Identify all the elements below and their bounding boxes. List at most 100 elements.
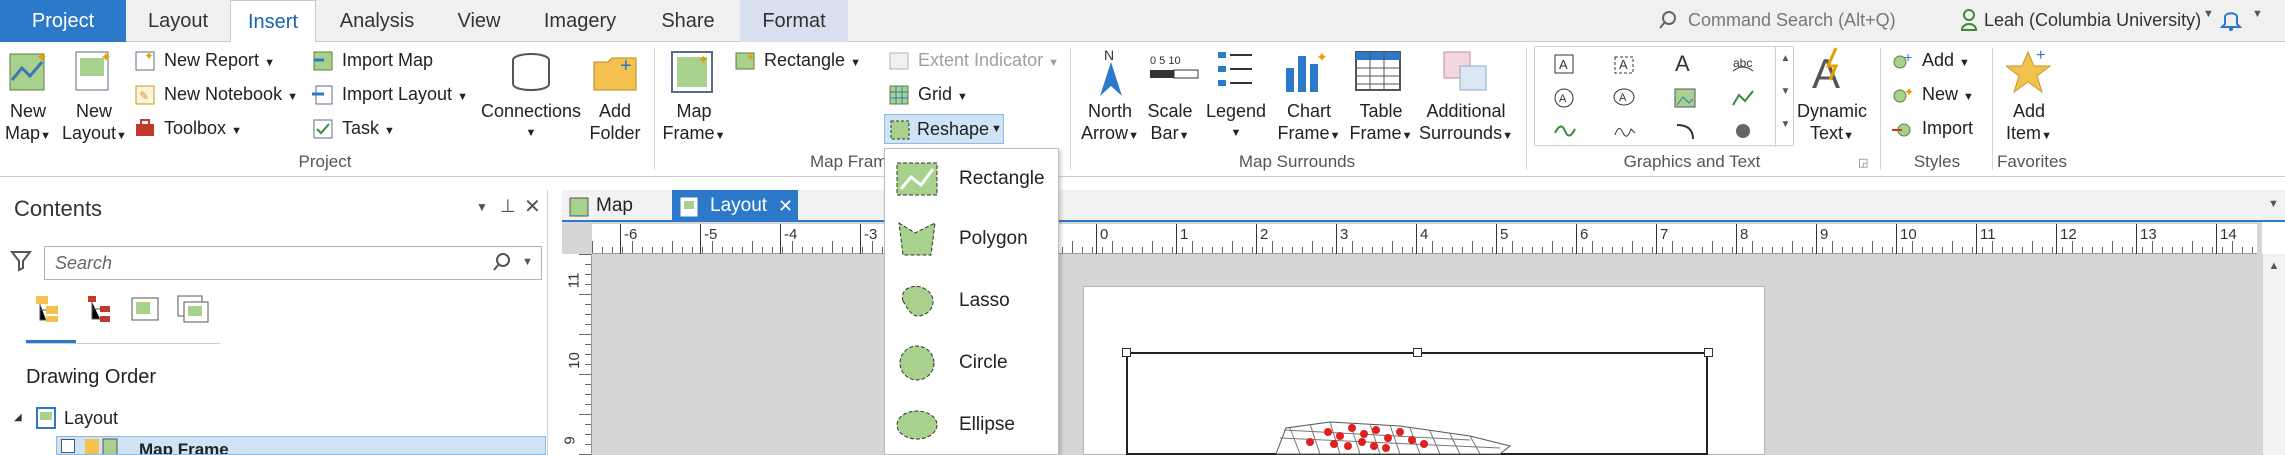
ruler-minor-tick — [1732, 247, 1733, 253]
menu-item-lasso[interactable]: Lasso — [885, 271, 1060, 331]
dialog-launcher-icon[interactable]: ◲ — [1858, 156, 1868, 169]
svg-text:abc: abc — [1733, 56, 1752, 70]
ruler-minor-tick — [722, 247, 723, 253]
menu-item-ellipse[interactable]: Ellipse — [885, 395, 1060, 455]
svg-text:A: A — [1812, 50, 1840, 96]
chevron-down-icon[interactable]: ▼ — [522, 256, 533, 268]
pin-icon[interactable]: ⊥ — [500, 196, 516, 217]
notification-bell-icon[interactable] — [2220, 8, 2242, 32]
chevron-down-icon[interactable]: ▼ — [2203, 8, 2214, 20]
north-arrow-button[interactable]: North Arrow▼ — [1078, 100, 1142, 147]
horizontal-ruler: -6 -5 -4 -3 0 1 2 3 4 5 6 7 8 9 10 11 12 13 14 — [592, 224, 2257, 254]
tab-analysis[interactable]: Analysis — [316, 0, 438, 42]
selection-handle[interactable] — [1704, 348, 1713, 357]
new-report-button[interactable]: New Report ▼ — [164, 46, 275, 74]
contents-search-input[interactable]: Search — [44, 246, 542, 280]
close-icon[interactable]: ✕ — [524, 194, 541, 219]
freehand-icon[interactable] — [1613, 121, 1637, 141]
styles-import-button[interactable]: Import — [1922, 114, 1973, 142]
point-graphic-icon[interactable] — [1731, 121, 1755, 141]
styles-new-button[interactable]: New ▼ — [1922, 80, 1974, 108]
tree-item-map-frame[interactable]: Map Frame — [56, 436, 546, 455]
selection-handle[interactable] — [1413, 348, 1422, 357]
line-graphic-icon[interactable] — [1731, 87, 1755, 109]
import-map-button[interactable]: Import Map — [342, 46, 433, 74]
ruler-minor-tick — [579, 334, 591, 335]
ruler-minor-tick — [852, 247, 853, 253]
text-outline-icon[interactable]: A — [1613, 53, 1635, 75]
import-layout-button[interactable]: Import Layout ▼ — [342, 80, 468, 108]
callout-text-icon[interactable]: A — [1613, 87, 1635, 109]
menu-item-polygon[interactable]: Polygon — [885, 209, 1060, 269]
list-by-snapping-icon[interactable] — [176, 294, 212, 324]
styles-add-button[interactable]: Add ▼ — [1922, 46, 1970, 74]
ruler-minor-tick — [812, 247, 813, 253]
ruler-minor-tick — [579, 414, 591, 415]
tab-format[interactable]: Format — [740, 0, 848, 42]
list-by-source-icon[interactable] — [86, 294, 114, 324]
selection-handle[interactable] — [1122, 348, 1131, 357]
add-item-button[interactable]: Add Item▼ — [1996, 100, 2062, 147]
new-map-button[interactable]: New Map▼ — [0, 100, 56, 147]
doc-tab-map[interactable]: Map — [562, 190, 658, 222]
tabs-overflow-icon[interactable]: ▼ — [2268, 198, 2279, 210]
text-box-icon[interactable]: A — [1553, 53, 1575, 75]
circle-text-icon[interactable]: A — [1553, 87, 1575, 109]
ruler-minor-tick — [1722, 247, 1723, 253]
grid-button[interactable]: Grid ▼ — [918, 80, 968, 108]
user-account[interactable]: Leah (Columbia University) — [1984, 4, 2201, 36]
ruler-minor-tick — [585, 274, 591, 275]
text-icon[interactable]: A — [1673, 51, 1697, 75]
tab-imagery[interactable]: Imagery — [520, 0, 640, 42]
toolbox-button[interactable]: Toolbox ▼ — [164, 114, 242, 142]
visibility-checkbox[interactable] — [61, 439, 75, 453]
tab-insert[interactable]: Insert — [230, 0, 316, 43]
legend-button[interactable]: Legend ▼ — [1200, 100, 1272, 144]
table-frame-button[interactable]: Table Frame▼ — [1348, 100, 1414, 147]
picture-icon[interactable] — [1673, 87, 1697, 109]
rectangle-button[interactable]: Rectangle ▼ — [764, 46, 861, 74]
command-search-input[interactable]: Command Search (Alt+Q) — [1688, 4, 1978, 36]
menu-item-rectangle[interactable]: Rectangle — [885, 149, 1060, 209]
new-layout-button[interactable]: New Layout▼ — [62, 100, 127, 147]
reshape-button[interactable]: Reshape ▼ — [884, 114, 1004, 144]
filter-icon[interactable] — [10, 248, 32, 272]
list-by-selection-icon[interactable] — [130, 294, 162, 324]
curve-icon[interactable] — [1553, 121, 1577, 141]
tab-share[interactable]: Share — [640, 0, 736, 42]
tree-item-layout[interactable]: Layout — [64, 408, 118, 429]
gallery-scroll[interactable]: ▲ ▼ ▼ — [1775, 47, 1795, 147]
arc-icon[interactable] — [1673, 121, 1697, 141]
close-tab-icon[interactable]: ✕ — [778, 190, 793, 222]
menu-item-circle[interactable]: Circle — [885, 333, 1060, 393]
expand-arrow-icon[interactable]: ◢ — [14, 412, 22, 423]
ruler-minor-tick — [832, 241, 833, 253]
curved-text-icon[interactable]: abc — [1731, 53, 1755, 75]
drawing-order-icon[interactable] — [34, 294, 68, 324]
rectangle-shape-icon — [896, 162, 938, 196]
task-button[interactable]: Task ▼ — [342, 114, 395, 142]
ruler-minor-tick — [1312, 241, 1313, 253]
additional-surrounds-button[interactable]: Additional Surrounds▼ — [1416, 100, 1516, 147]
tab-project[interactable]: Project — [0, 0, 126, 42]
chart-frame-icon: ✦ — [1286, 49, 1328, 92]
tab-view[interactable]: View — [438, 0, 520, 42]
map-frame-button[interactable]: Map Frame▼ — [660, 100, 728, 147]
pane-menu-icon[interactable]: ▼ — [476, 200, 488, 214]
search-icon[interactable] — [492, 252, 512, 272]
add-folder-button[interactable]: Add Folder — [584, 100, 646, 144]
doc-tab-layout[interactable]: Layout ✕ — [672, 190, 798, 222]
ruler-label: 6 — [1580, 226, 1589, 243]
scale-bar-button[interactable]: Scale Bar▼ — [1144, 100, 1196, 147]
ruler-minor-tick — [1472, 241, 1473, 253]
vertical-scrollbar[interactable]: ▲ — [2262, 254, 2285, 455]
chart-frame-button[interactable]: Chart Frame▼ — [1274, 100, 1344, 147]
chevron-down-icon[interactable]: ▼ — [2252, 8, 2263, 20]
connections-button[interactable]: Connections ▼ — [480, 100, 582, 144]
extent-indicator-button[interactable]: Extent Indicator ▼ — [918, 46, 1059, 74]
dynamic-text-button[interactable]: Dynamic Text▼ — [1796, 100, 1868, 147]
new-notebook-button[interactable]: New Notebook ▼ — [164, 80, 298, 108]
tab-layout[interactable]: Layout — [126, 0, 230, 42]
ruler-minor-tick — [1222, 247, 1223, 253]
ribbon-tab-bar: Project Layout Insert Analysis View Imag… — [0, 0, 2285, 43]
